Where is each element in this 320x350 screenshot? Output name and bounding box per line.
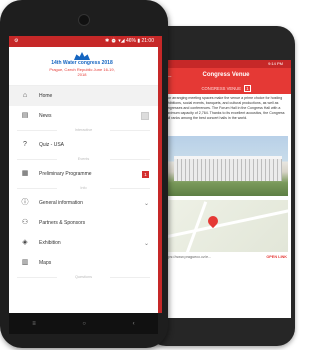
- venue-map[interactable]: [164, 200, 288, 252]
- status-bar: ⚙ ✱ ⏰ ▾◢ 46% ▮ 21:00: [9, 36, 158, 47]
- menu-item-home[interactable]: ⌂ Home: [9, 86, 158, 106]
- home-nav-button[interactable]: ○: [82, 321, 86, 327]
- count-badge: 1: [142, 170, 149, 178]
- front-phone-screen: ⚙ ✱ ⏰ ▾◢ 46% ▮ 21:00 14th Water congress…: [9, 36, 158, 313]
- partners-icon: ⚇: [21, 219, 29, 226]
- info-icon: ⓘ: [21, 199, 29, 206]
- link-row: https://www.praguecc.cz/e... OPEN LINK: [161, 252, 291, 263]
- menu-item-label: Quiz - USA: [39, 142, 65, 148]
- menu-item-maps[interactable]: ▥ Maps: [9, 253, 158, 273]
- section-label: Interactive: [9, 126, 158, 135]
- open-link-button[interactable]: OPEN LINK: [266, 252, 287, 263]
- back-nav-button[interactable]: ‹: [133, 321, 135, 327]
- front-phone: ⚙ ✱ ⏰ ▾◢ 46% ▮ 21:00 14th Water congress…: [0, 0, 168, 348]
- menu-item-general-information[interactable]: ⓘ General information ⌄: [9, 193, 158, 213]
- menu-item-exhibition[interactable]: ◈ Exhibition ⌄: [9, 233, 158, 253]
- menu-item-preliminary-programme[interactable]: ▦ Preliminary Programme 1: [9, 164, 158, 184]
- news-icon: ▤: [21, 112, 29, 119]
- chevron-down-icon[interactable]: ⌄: [144, 200, 149, 207]
- venue-description: ...for arranging meeting spaces make the…: [164, 96, 285, 120]
- menu-item-quiz-usa[interactable]: ? Quiz - USA: [9, 135, 158, 155]
- quiz-icon: ?: [23, 141, 27, 148]
- tab-count-badge: 1: [244, 85, 251, 92]
- menu-item-partners-sponsors[interactable]: ⚇ Partners & Sponsors: [9, 213, 158, 233]
- tab-congress-venue[interactable]: CONGRESS VENUE: [201, 86, 241, 91]
- camera-icon: [78, 14, 90, 26]
- chevron-down-icon[interactable]: ⌄: [144, 240, 149, 247]
- back-toolbar-title: Congress Venue: [202, 72, 250, 78]
- menu-nav-button[interactable]: ≡: [32, 321, 36, 327]
- map-icon: ▥: [21, 259, 29, 266]
- logo-subtitle: Prague, Czech Republic June 16-19, 2018: [49, 67, 115, 77]
- menu-item-label: Preliminary Programme: [39, 171, 92, 177]
- menu-item-label: General information: [39, 200, 83, 206]
- logo-title: 14th Water congress 2018: [51, 60, 113, 66]
- android-navbar: ≡ ○ ‹: [9, 313, 158, 334]
- menu-item-label: Exhibition: [39, 240, 61, 246]
- section-label: Info: [9, 184, 158, 193]
- status-right: ✱ ⏰ ▾◢ 46% ▮ 21:00: [105, 38, 154, 44]
- drawer-menu: ⌂ Home ▤ News Interactive? Quiz - USA Events ▦ P…: [9, 86, 158, 282]
- home-icon: ⌂: [22, 92, 28, 99]
- menu-item-label: News: [39, 113, 52, 119]
- exhibition-icon: ◈: [22, 239, 28, 246]
- status-left: ⚙: [14, 38, 19, 44]
- congress-logo: 14th Water congress 2018 Prague, Czech R…: [49, 52, 115, 81]
- menu-item-label: Partners & Sponsors: [39, 220, 86, 226]
- back-phone-screen: 9:14 PM ← Congress Venue CONGRESS VENUE …: [161, 60, 291, 318]
- section-label: Events: [9, 155, 158, 164]
- back-phone: 9:14 PM ← Congress Venue CONGRESS VENUE …: [148, 26, 295, 346]
- back-toolbar: ← Congress Venue: [161, 68, 291, 83]
- menu-item-label: Maps: [39, 260, 52, 266]
- drawer-header: 14th Water congress 2018 Prague, Czech R…: [9, 47, 158, 86]
- news-badge: [141, 112, 149, 120]
- venue-link[interactable]: https://www.praguecc.cz/e...: [164, 255, 211, 259]
- section-label: Questions: [9, 273, 158, 282]
- menu-item-label: Home: [39, 93, 53, 99]
- back-tab-bar: CONGRESS VENUE 1: [161, 83, 291, 94]
- back-status-bar: 9:14 PM: [161, 60, 291, 68]
- calendar-icon: ▦: [21, 170, 29, 177]
- venue-photo: [164, 136, 288, 196]
- logo-icon: [74, 52, 90, 60]
- menu-item-news[interactable]: ▤ News: [9, 106, 158, 126]
